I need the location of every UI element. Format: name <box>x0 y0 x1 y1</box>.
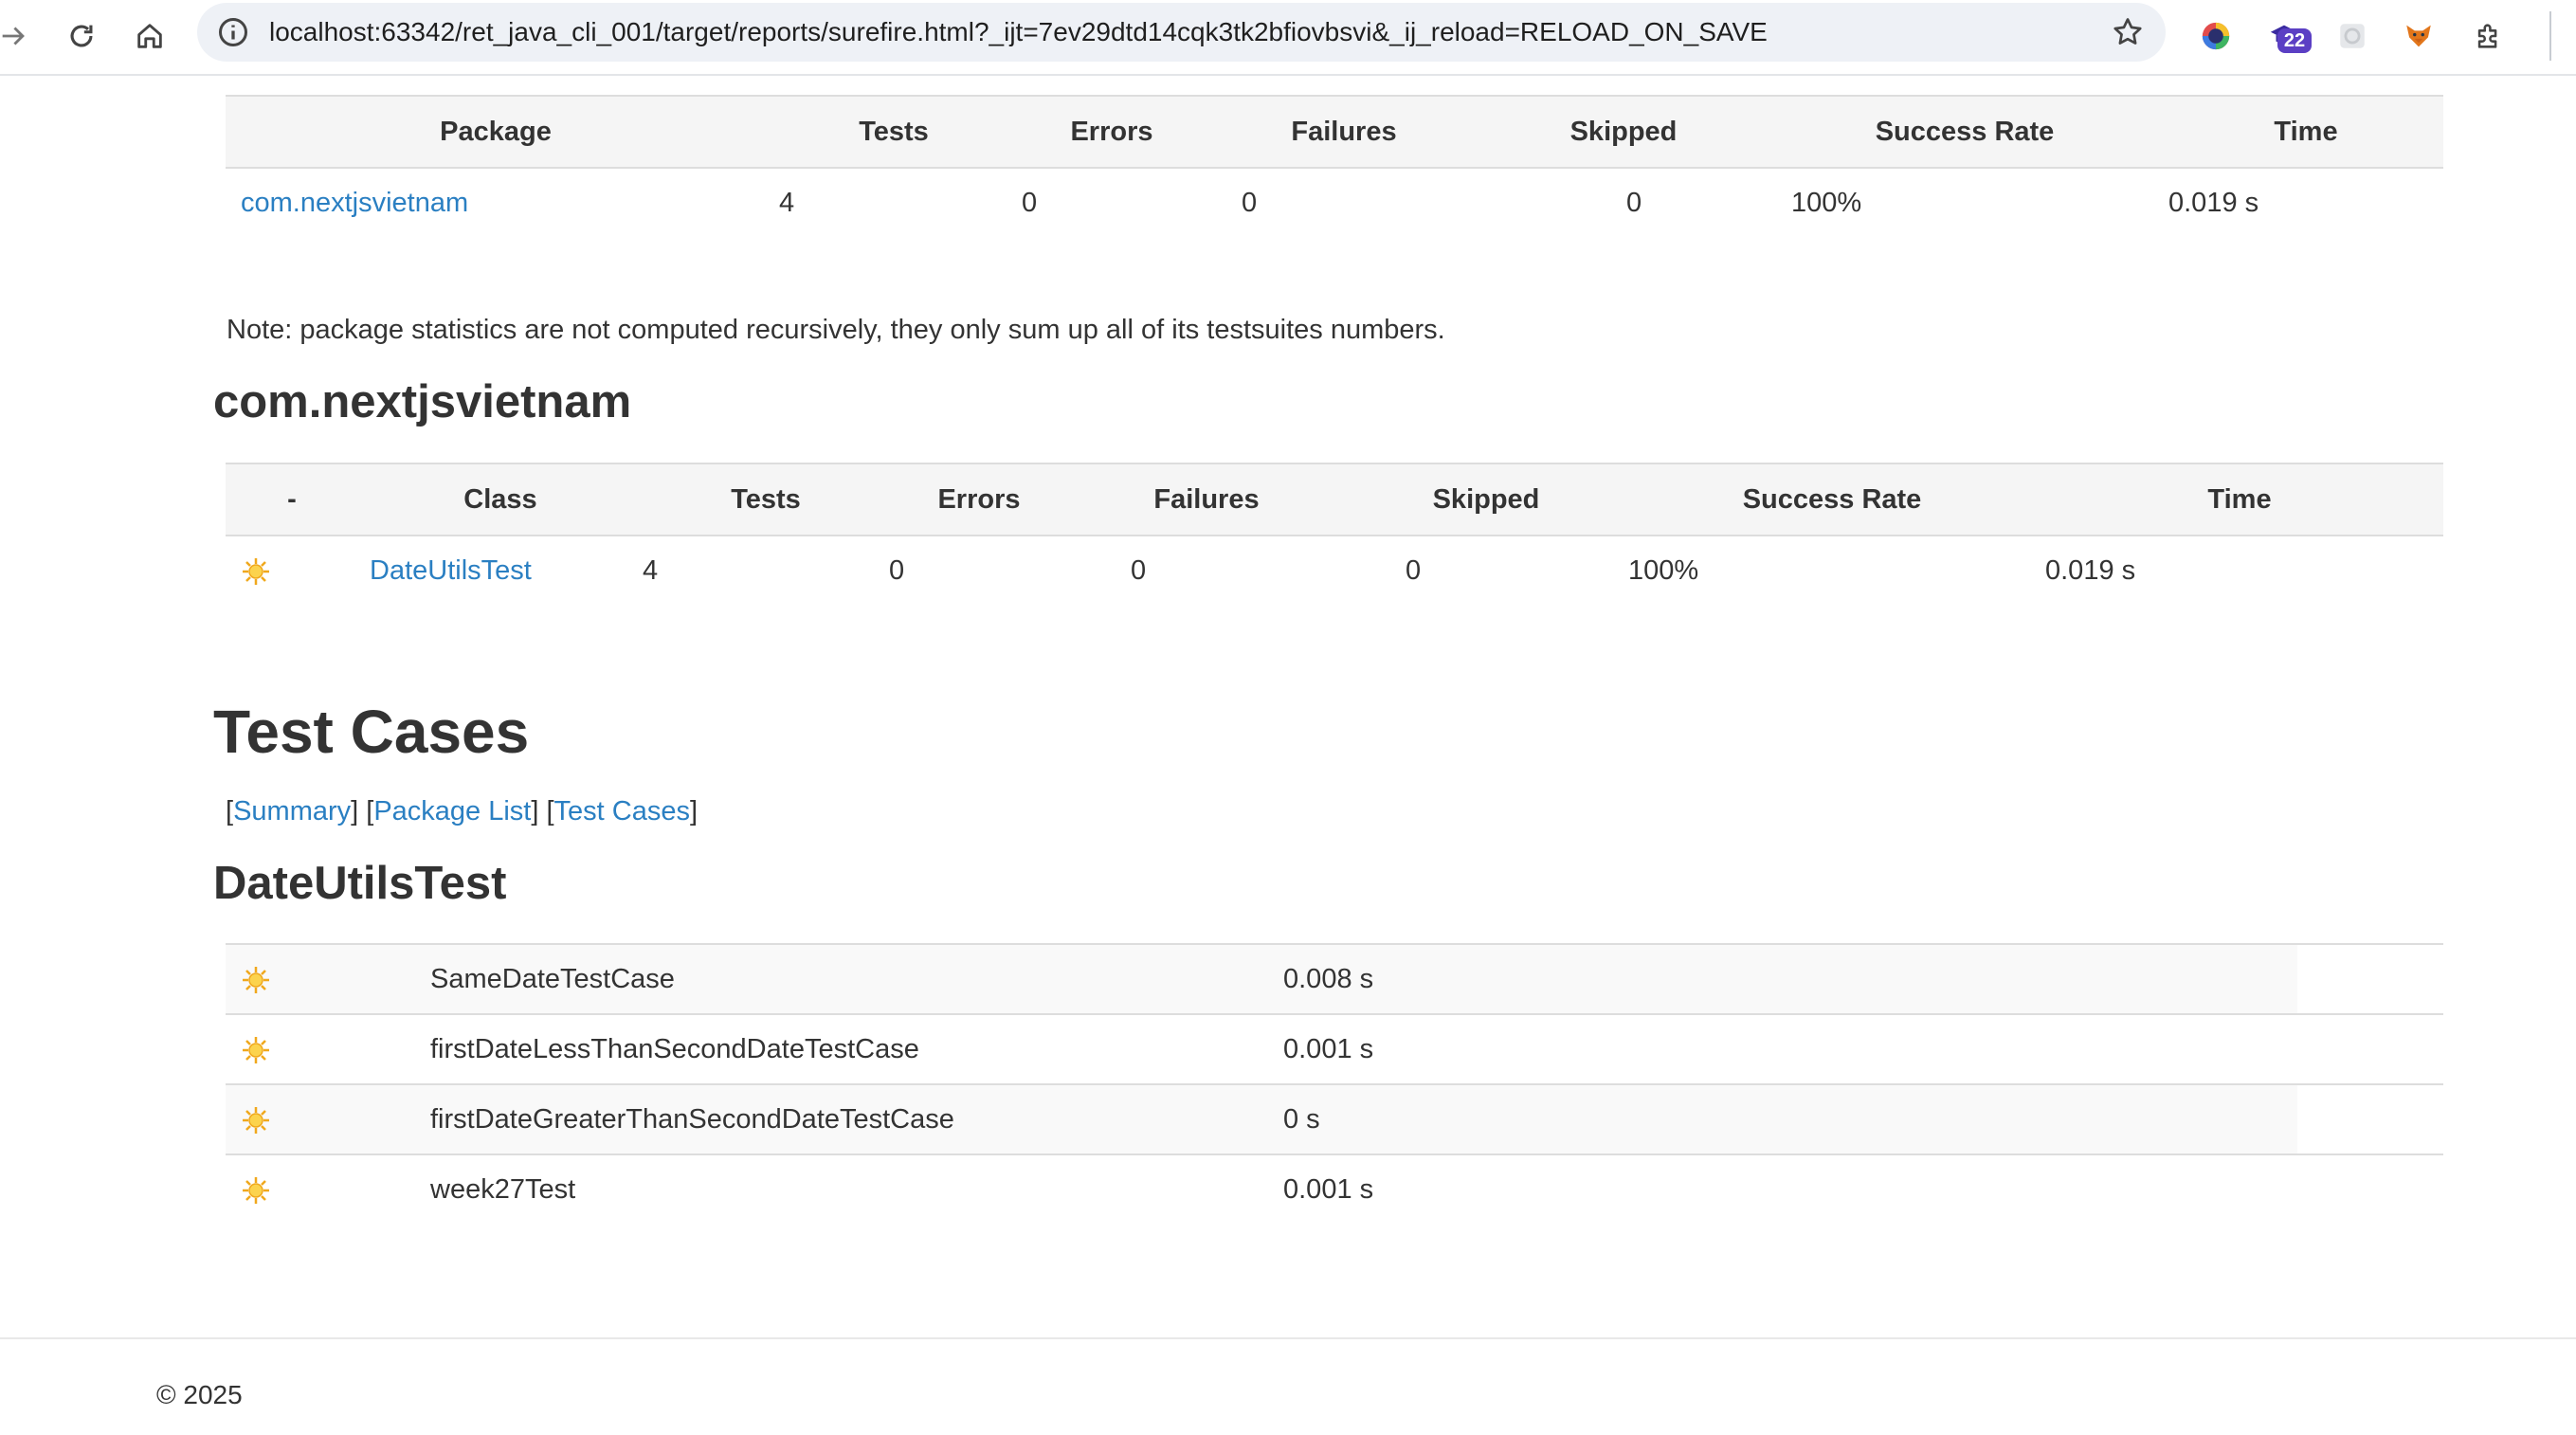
test-case-time: 0 s <box>1283 1103 1320 1135</box>
test-cases-link[interactable]: Test Cases <box>554 796 690 826</box>
header-errors: Errors <box>889 463 1069 536</box>
forward-arrow-icon[interactable] <box>0 13 36 59</box>
test-case-time: 0.001 s <box>1283 1174 1374 1205</box>
url-text[interactable]: localhost:63342/ret_java_cli_001/target/… <box>269 3 1768 62</box>
package-cell: com.nextjsvietnam <box>226 168 766 237</box>
table-header-row: Package Tests Errors Failures Skipped Su… <box>226 95 2443 169</box>
package-table: Package Tests Errors Failures Skipped Su… <box>226 95 2443 237</box>
class-cell: DateUtilsTest <box>358 536 643 605</box>
header-skipped: Skipped <box>1344 463 1628 536</box>
status-cell <box>226 944 430 1014</box>
errors-cell: 0 <box>1022 187 1038 218</box>
color-extension-icon[interactable] <box>2193 13 2239 59</box>
browser-toolbar: localhost:63342/ret_java_cli_001/target/… <box>0 0 2576 76</box>
errors-cell: 0 <box>889 554 905 586</box>
header-tests: Tests <box>766 95 1022 169</box>
site-info-icon[interactable] <box>216 15 250 49</box>
table-row: com.nextjsvietnam 4 0 0 0 100% 0.019 s <box>226 168 2443 237</box>
header-status: - <box>226 463 358 536</box>
package-title: com.nextjsvietnam <box>213 376 632 427</box>
test-cases-table: SameDateTestCase 0.008 s firstDateLessTh… <box>226 943 2443 1225</box>
header-package: Package <box>226 95 766 169</box>
time-cell: 0.019 s <box>2045 554 2136 586</box>
class-section-title: DateUtilsTest <box>213 858 507 909</box>
header-time: Time <box>2168 95 2443 169</box>
class-link[interactable]: DateUtilsTest <box>370 555 532 586</box>
test-cases-heading: Test Cases <box>213 698 530 766</box>
status-cell <box>226 1084 430 1154</box>
success-sun-icon <box>243 1106 269 1134</box>
header-failures: Failures <box>1202 95 1486 169</box>
address-bar[interactable]: localhost:63342/ret_java_cli_001/target/… <box>197 3 2166 62</box>
table-row: firstDateLessThanSecondDateTestCase 0.00… <box>226 1014 2443 1084</box>
skipped-cell: 0 <box>1626 187 1642 218</box>
package-list-link[interactable]: Package List <box>373 796 531 826</box>
table-row: week27Test 0.001 s <box>226 1154 2443 1225</box>
home-icon[interactable] <box>127 13 172 59</box>
header-errors: Errors <box>1022 95 1202 169</box>
status-cell <box>226 536 358 605</box>
status-cell <box>226 1154 430 1225</box>
header-time: Time <box>2036 463 2443 536</box>
tests-cell: 4 <box>779 187 795 218</box>
gear-extension-icon[interactable] <box>2330 13 2375 59</box>
extensions-puzzle-icon[interactable] <box>2466 13 2512 59</box>
summary-link[interactable]: Summary <box>233 796 351 826</box>
footer-copyright: © 2025 <box>156 1380 243 1409</box>
class-table: - Class Tests Errors Failures Skipped Su… <box>226 463 2443 605</box>
fox-extension-icon[interactable] <box>2396 13 2441 59</box>
header-skipped: Skipped <box>1486 95 1761 169</box>
skipped-cell: 0 <box>1406 554 1422 586</box>
footer-divider <box>0 1337 2576 1339</box>
header-failures: Failures <box>1069 463 1344 536</box>
extension-badge-count: 22 <box>2277 28 2312 53</box>
header-success-rate: Success Rate <box>1628 463 2036 536</box>
success-sun-icon <box>243 557 269 585</box>
tests-cell: 4 <box>643 554 659 586</box>
toolbar-divider <box>2549 11 2551 61</box>
reload-icon[interactable] <box>59 13 104 59</box>
table-row: firstDateGreaterThanSecondDateTestCase 0… <box>226 1084 2443 1154</box>
header-tests: Tests <box>643 463 889 536</box>
package-link[interactable]: com.nextjsvietnam <box>241 188 468 218</box>
test-case-time: 0.008 s <box>1283 963 1374 994</box>
header-success-rate: Success Rate <box>1761 95 2168 169</box>
test-case-time: 0.001 s <box>1283 1033 1374 1064</box>
failures-cell: 0 <box>1242 187 1258 218</box>
header-class: Class <box>358 463 643 536</box>
success-sun-icon <box>243 1036 269 1063</box>
section-nav-links: [Summary] [Package List] [Test Cases] <box>226 796 698 826</box>
status-cell <box>226 1014 430 1084</box>
success-sun-icon <box>243 966 269 993</box>
table-row: DateUtilsTest 4 0 0 0 100% 0.019 s <box>226 536 2443 605</box>
bookmark-star-icon[interactable] <box>2111 15 2145 49</box>
package-stats-note: Note: package statistics are not compute… <box>227 315 1445 345</box>
failures-cell: 0 <box>1131 554 1147 586</box>
table-row: SameDateTestCase 0.008 s <box>226 944 2443 1014</box>
success-sun-icon <box>243 1177 269 1205</box>
table-header-row: - Class Tests Errors Failures Skipped Su… <box>226 463 2443 536</box>
success-rate-cell: 100% <box>1791 187 1862 218</box>
time-cell: 0.019 s <box>2168 187 2259 218</box>
success-rate-cell: 100% <box>1628 554 1699 586</box>
